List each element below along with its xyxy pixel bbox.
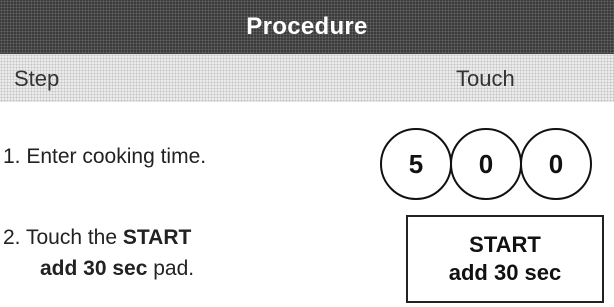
step-2-start-word: START xyxy=(122,226,192,249)
step-2-line-2: add 30 sec pad. xyxy=(3,253,194,284)
number-pad-key-5[interactable]: 5 xyxy=(380,128,452,200)
start-add-30-sec-pad[interactable]: START add 30 sec xyxy=(406,215,604,303)
start-pad-label-line-2: add 30 sec xyxy=(448,260,562,285)
column-header-row: Step Touch xyxy=(0,54,614,102)
step-column-label: Step xyxy=(14,66,60,91)
step-2-add-30-sec-word: add 30 sec xyxy=(40,257,148,280)
procedure-banner: Procedure xyxy=(0,0,614,54)
step-2-line-1: 2. Touch the START xyxy=(3,222,194,253)
time-keys: 5 0 0 xyxy=(380,128,592,200)
touch-column-label: Touch xyxy=(456,66,515,91)
number-pad-key-0-second[interactable]: 0 xyxy=(520,128,592,200)
step-2-suffix: pad. xyxy=(147,257,195,280)
start-pad-label-line-1: START xyxy=(469,232,541,257)
step-2-prefix: 2. Touch the xyxy=(3,226,123,249)
step-1-instruction: 1. Enter cooking time. xyxy=(3,145,207,168)
number-pad-key-0[interactable]: 0 xyxy=(450,128,522,200)
step-2-instruction: 2. Touch the START add 30 sec pad. xyxy=(3,222,194,284)
procedure-title: Procedure xyxy=(246,13,368,40)
